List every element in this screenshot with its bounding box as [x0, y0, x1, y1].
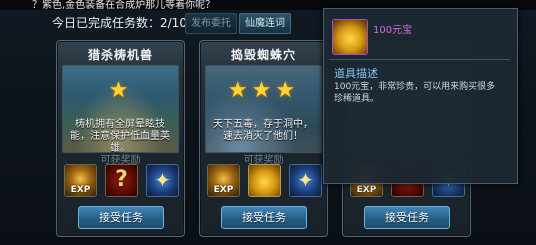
daily-progress-label: 今日已完成任务数：2/10: [52, 16, 187, 30]
gem-icon[interactable]: ✦: [289, 164, 322, 197]
difficulty-stars: ★★★: [227, 78, 300, 103]
difficulty-stars: ★: [108, 78, 133, 103]
mystery-box-icon[interactable]: ?: [105, 164, 138, 197]
quest-card-2: 捣毁蜘蛛穴 ★★★ 天下五毒，存于洞中，速去消灭了他们！ 可获奖励 EXP ✦ …: [199, 40, 328, 237]
accept-quest-button[interactable]: 接受任务: [364, 206, 450, 229]
divider: [329, 59, 510, 60]
item-description-heading: 道具描述: [334, 67, 378, 80]
fairy-demon-button[interactable]: 仙魔连词: [239, 13, 291, 34]
reward-list: EXP ? ✦: [62, 164, 179, 198]
gold-ingot-icon: [332, 19, 368, 55]
exp-icon[interactable]: EXP: [207, 164, 240, 197]
publish-commission-button[interactable]: 发布委托: [185, 13, 237, 34]
gem-icon[interactable]: ✦: [146, 164, 179, 197]
quest-description: 天下五毒，存于洞中，速去消灭了他们！: [213, 119, 313, 142]
item-tooltip: 100元宝 道具描述 100元宝，非常珍贵，可以用来购买很多珍稀道具。: [323, 8, 518, 184]
accept-quest-button[interactable]: 接受任务: [221, 206, 307, 229]
gold-ingot-icon[interactable]: [248, 164, 281, 197]
quest-description: 梼机拥有全屏晕眩技能，注意保护低血量英雄。: [70, 119, 170, 154]
quest-title: 捣毁蜘蛛穴: [230, 48, 296, 62]
reward-list: EXP ✦: [205, 164, 322, 198]
item-description: 100元宝，非常珍贵，可以用来购买很多珍稀道具。: [334, 82, 496, 104]
item-name: 100元宝: [373, 25, 413, 36]
quest-board-screen: ？紫色,金色装备在合成炉那儿等着你呢？ 今日已完成任务数：2/10 发布委托 仙…: [0, 0, 536, 245]
announcement-text: ？紫色,金色装备在合成炉那儿等着你呢？: [32, 0, 216, 10]
exp-icon[interactable]: EXP: [64, 164, 97, 197]
quest-card-1: 猎杀梼机兽 ★ 梼机拥有全屏晕眩技能，注意保护低血量英雄。 可获奖励 EXP ?…: [56, 40, 185, 237]
quest-title: 猎杀梼机兽: [87, 48, 153, 62]
accept-quest-button[interactable]: 接受任务: [78, 206, 164, 229]
